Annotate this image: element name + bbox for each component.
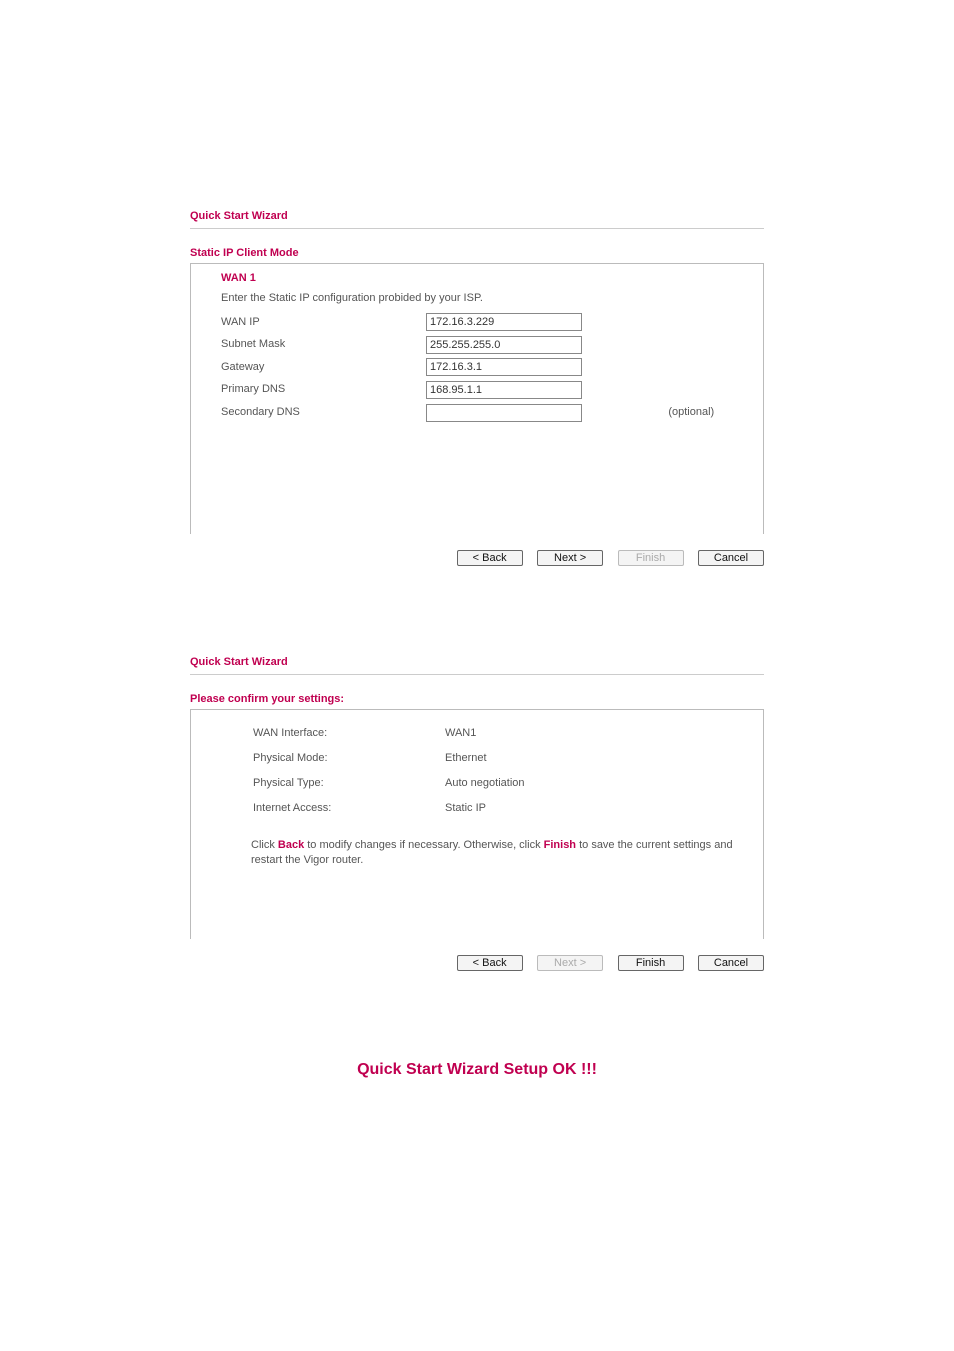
wizard-confirm-section: Quick Start Wizard Please confirm your s… <box>190 656 764 970</box>
primary-dns-input[interactable] <box>426 381 582 399</box>
internet-access-label: Internet Access: <box>253 797 443 820</box>
gateway-input[interactable] <box>426 358 582 376</box>
subnet-input[interactable] <box>426 336 582 354</box>
section-subheading: Static IP Client Mode <box>190 247 764 259</box>
ip-form-table: WAN IP Subnet Mask Gateway Primary DNS <box>221 311 743 424</box>
button-row: < Back Next > Finish Cancel <box>190 534 764 566</box>
confirm-panel: WAN Interface: WAN1 Physical Mode: Ether… <box>190 709 764 938</box>
optional-text: (optional) <box>658 402 743 425</box>
wizard-static-ip-section: Quick Start Wizard Static IP Client Mode… <box>190 210 764 566</box>
cancel-button[interactable]: Cancel <box>698 550 764 566</box>
next-button[interactable]: Next > <box>537 550 603 566</box>
wizard-title: Quick Start Wizard <box>190 656 764 668</box>
instruction-text: Enter the Static IP configuration probid… <box>221 290 743 308</box>
divider <box>190 228 764 229</box>
subnet-label: Subnet Mask <box>221 334 426 357</box>
finish-button[interactable]: Finish <box>618 955 684 971</box>
confirm-table: WAN Interface: WAN1 Physical Mode: Ether… <box>251 720 527 822</box>
wan-ip-label: WAN IP <box>221 311 426 334</box>
divider <box>190 674 764 675</box>
setup-ok-message: Quick Start Wizard Setup OK !!! <box>190 1061 764 1079</box>
primary-dns-label: Primary DNS <box>221 379 426 402</box>
physical-type-value: Auto negotiation <box>445 772 525 795</box>
physical-mode-value: Ethernet <box>445 747 525 770</box>
wizard-title: Quick Start Wizard <box>190 210 764 222</box>
next-button: Next > <box>537 955 603 971</box>
note-back-word: Back <box>278 839 304 851</box>
physical-type-label: Physical Type: <box>253 772 443 795</box>
back-button[interactable]: < Back <box>457 955 523 971</box>
section-subheading: Please confirm your settings: <box>190 693 764 705</box>
wan-ip-input[interactable] <box>426 313 582 331</box>
secondary-dns-input[interactable] <box>426 404 582 422</box>
internet-access-value: Static IP <box>445 797 525 820</box>
button-row: < Back Next > Finish Cancel <box>190 939 764 971</box>
cancel-button[interactable]: Cancel <box>698 955 764 971</box>
note-text: Click <box>251 839 278 851</box>
gateway-label: Gateway <box>221 356 426 379</box>
physical-mode-label: Physical Mode: <box>253 747 443 770</box>
note-finish-word: Finish <box>544 839 576 851</box>
wan-interface-value: WAN1 <box>445 722 525 745</box>
wan-heading: WAN 1 <box>221 270 743 288</box>
secondary-dns-label: Secondary DNS <box>221 402 426 425</box>
confirm-note: Click Back to modify changes if necessar… <box>251 838 733 869</box>
finish-button: Finish <box>618 550 684 566</box>
wan-interface-label: WAN Interface: <box>253 722 443 745</box>
back-button[interactable]: < Back <box>457 550 523 566</box>
note-text: to modify changes if necessary. Otherwis… <box>304 839 543 851</box>
static-ip-panel: WAN 1 Enter the Static IP configuration … <box>190 263 764 534</box>
